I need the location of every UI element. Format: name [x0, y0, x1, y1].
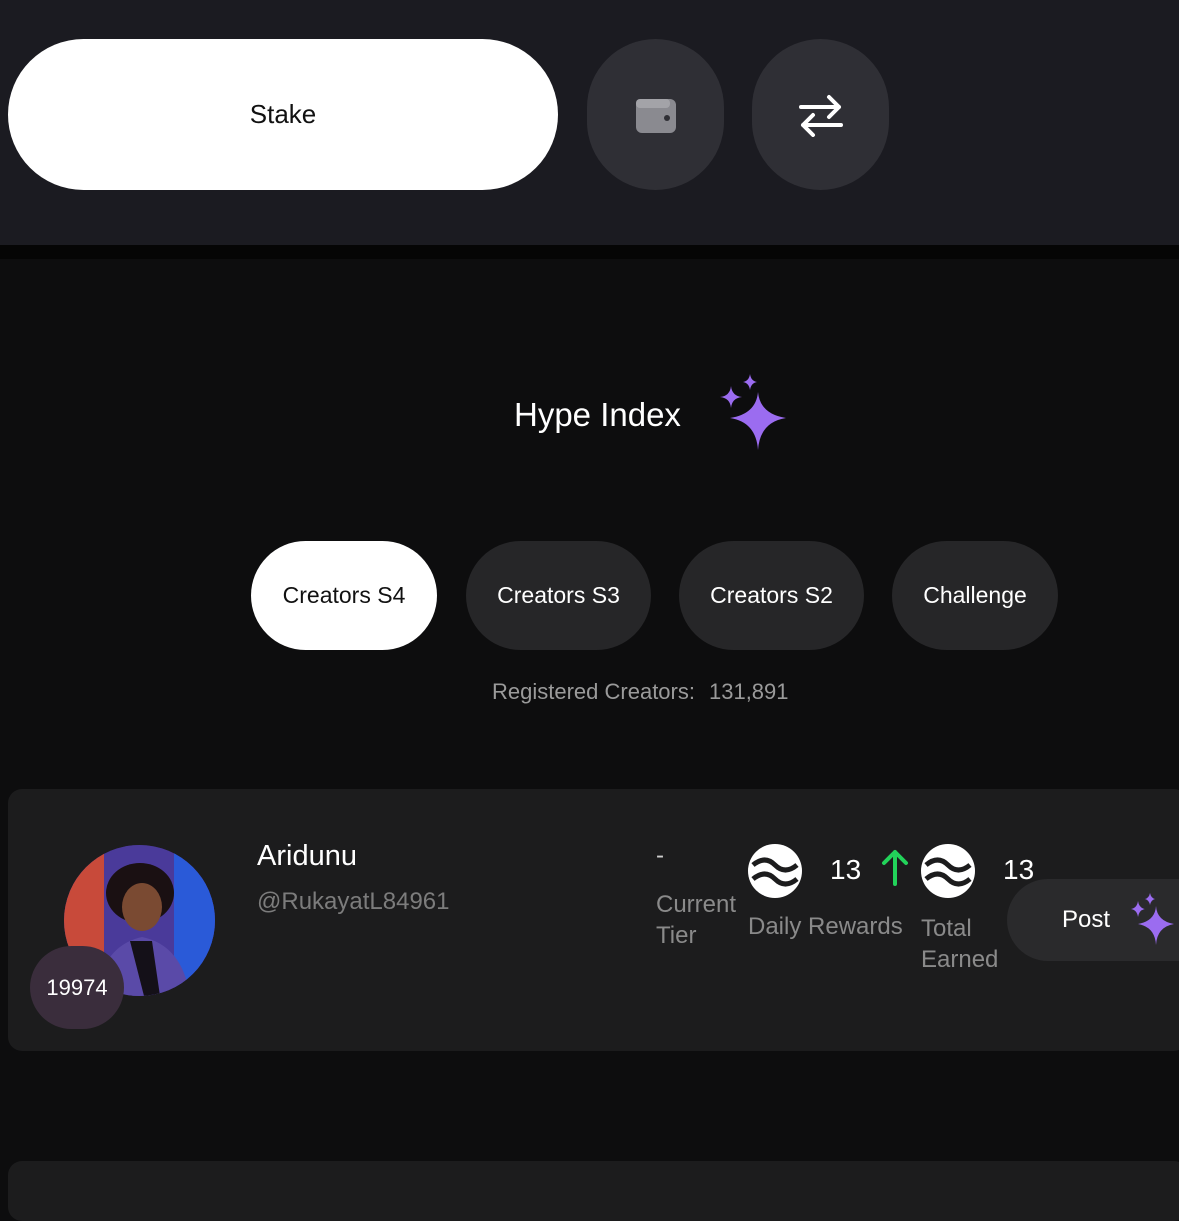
- swap-button[interactable]: [752, 39, 889, 190]
- coin-icon: [748, 844, 802, 898]
- stake-button-label: Stake: [249, 99, 317, 129]
- tab-creators-s4[interactable]: Creators S4: [251, 541, 437, 650]
- top-bar: Stake: [0, 0, 1179, 245]
- daily-rewards-value: 13: [830, 854, 862, 885]
- total-earned-value: 13: [1003, 854, 1035, 885]
- coin-icon: [921, 844, 975, 898]
- wallet-icon: [635, 98, 676, 133]
- registered-creators: Registered Creators: 131,891: [492, 676, 789, 708]
- trend-up-icon: [882, 850, 908, 886]
- registered-count: 131,891: [708, 679, 789, 704]
- stake-button[interactable]: Stake: [8, 39, 558, 190]
- daily-rewards-label: Daily Rewards: [748, 913, 903, 940]
- rank-badge: 19974: [30, 946, 124, 1029]
- sparkle-icon: [720, 374, 786, 450]
- tab-label: Creators S3: [497, 582, 620, 608]
- tab-label: Creators S2: [710, 582, 833, 608]
- tab-creators-s3[interactable]: Creators S3: [466, 541, 651, 650]
- section-divider: [0, 245, 1179, 259]
- sparkle-icon: [1131, 893, 1174, 945]
- tab-label: Challenge: [923, 582, 1027, 608]
- tab-creators-s2[interactable]: Creators S2: [679, 541, 864, 650]
- tab-challenge[interactable]: Challenge: [892, 541, 1058, 650]
- total-earned-label: Total Earned: [921, 915, 999, 973]
- creator-handle[interactable]: @RukayatL84961: [257, 888, 450, 916]
- tier-value: -: [656, 842, 664, 869]
- tier-label: Current Tier: [656, 891, 737, 949]
- tab-label: Creators S4: [282, 582, 406, 608]
- registered-label: Registered Creators:: [492, 679, 695, 704]
- creator-name[interactable]: Aridunu: [257, 840, 357, 873]
- page-title: Hype Index: [514, 396, 681, 433]
- creator-card[interactable]: [8, 1161, 1179, 1221]
- wallet-button[interactable]: [587, 39, 724, 190]
- post-button-label: Post: [1062, 906, 1111, 933]
- swap-arrows-icon: [798, 94, 843, 137]
